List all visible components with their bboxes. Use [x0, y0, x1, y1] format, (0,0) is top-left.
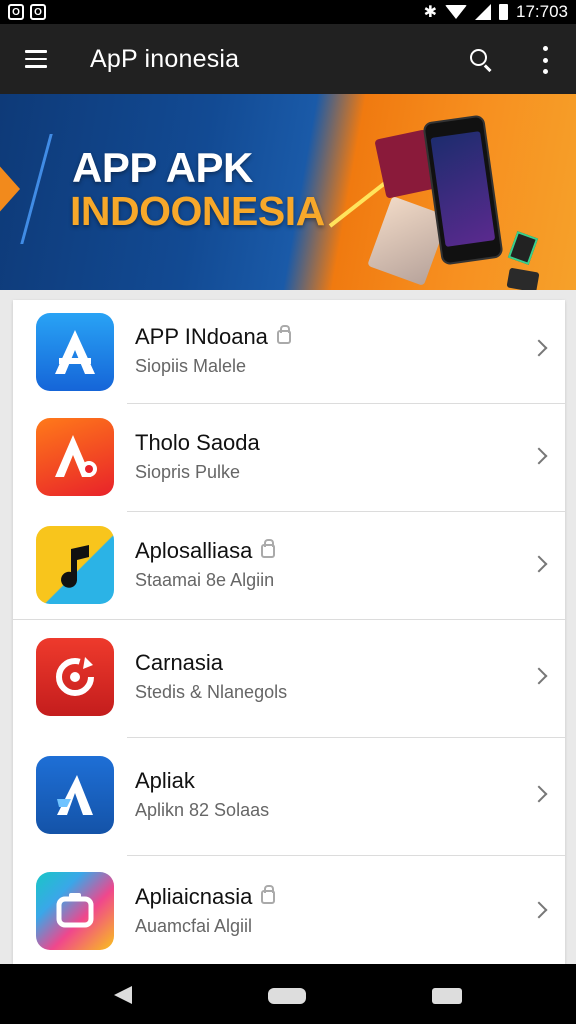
- chevron-right-icon: [530, 555, 548, 573]
- system-nav-bar: [0, 964, 576, 1024]
- signal-icon: [475, 4, 491, 20]
- app-title: Apliak: [135, 768, 195, 793]
- blue-a-icon: [36, 756, 114, 834]
- more-options-icon[interactable]: [540, 46, 550, 74]
- notification-icon: O: [8, 4, 24, 20]
- chevron-right-icon: [530, 667, 548, 685]
- promo-banner[interactable]: APP APK INDOONESIA: [0, 94, 576, 290]
- list-item[interactable]: Aplosalliasa Staamai 8e Algiin: [13, 512, 565, 620]
- list-item[interactable]: Carnasia Stedis & Nlanegols: [13, 620, 565, 738]
- lock-icon: [261, 885, 276, 904]
- status-bar: O O ✱ 17:703: [0, 0, 576, 24]
- app-subtitle: Siopiis Malele: [135, 356, 247, 376]
- notification-icon: O: [30, 4, 46, 20]
- chevron-right-icon: [530, 447, 548, 465]
- back-icon[interactable]: [114, 986, 132, 1004]
- list-item[interactable]: Apliaicnasia Auamcfai Algiil: [13, 856, 565, 964]
- app-subtitle: Stedis & Nlanegols: [135, 682, 288, 702]
- hamburger-menu-icon[interactable]: [0, 24, 72, 94]
- banner-heading: APP APK: [72, 144, 253, 191]
- app-bar: ApP inonesia: [0, 24, 576, 94]
- chevron-right-icon: [530, 785, 548, 803]
- refresh-circle-icon: [36, 638, 114, 716]
- chevron-right-icon: [530, 339, 548, 357]
- app-title: Aplosalliasa: [135, 538, 253, 563]
- home-icon[interactable]: [268, 988, 306, 1004]
- banner-gadget-image: [507, 231, 539, 265]
- banner-subheading: INDOONESIA: [70, 188, 325, 234]
- notification-icons: O O: [8, 4, 46, 20]
- red-a-icon: [36, 418, 114, 496]
- wifi-icon: [445, 5, 467, 19]
- page-title: ApP inonesia: [90, 44, 240, 73]
- app-subtitle: Staamai 8e Algiin: [135, 570, 275, 590]
- list-item[interactable]: APP INdoana Siopiis Malele: [13, 300, 565, 404]
- status-time: 17:703: [516, 2, 568, 21]
- app-title: Tholo Saoda: [135, 430, 260, 455]
- app-subtitle: Auamcfai Algiil: [135, 916, 253, 936]
- music-note-icon: [36, 526, 114, 604]
- app-title: APP INdoana: [135, 324, 268, 349]
- app-list: APP INdoana Siopiis Malele Tholo Saoda S…: [13, 300, 565, 964]
- chevron-right-icon: [530, 901, 548, 919]
- lock-icon: [276, 325, 291, 344]
- banner-gadget-image: [506, 267, 540, 290]
- app-subtitle: Siopris Pulke: [135, 462, 241, 482]
- recent-apps-icon[interactable]: [432, 988, 462, 1004]
- list-item[interactable]: Tholo Saoda Siopris Pulke: [13, 404, 565, 512]
- app-title: Carnasia: [135, 650, 224, 675]
- app-title: Apliaicnasia: [135, 884, 253, 909]
- vibrate-icon: ✱: [423, 4, 437, 21]
- app-subtitle: Aplikn 82 Solaas: [135, 800, 270, 820]
- search-icon[interactable]: [468, 47, 494, 73]
- battery-icon: [499, 4, 508, 20]
- list-item[interactable]: Apliak Aplikn 82 Solaas: [13, 738, 565, 856]
- gradient-square-icon: [36, 872, 114, 950]
- app-store-a-icon: [36, 313, 114, 391]
- lock-icon: [261, 539, 276, 558]
